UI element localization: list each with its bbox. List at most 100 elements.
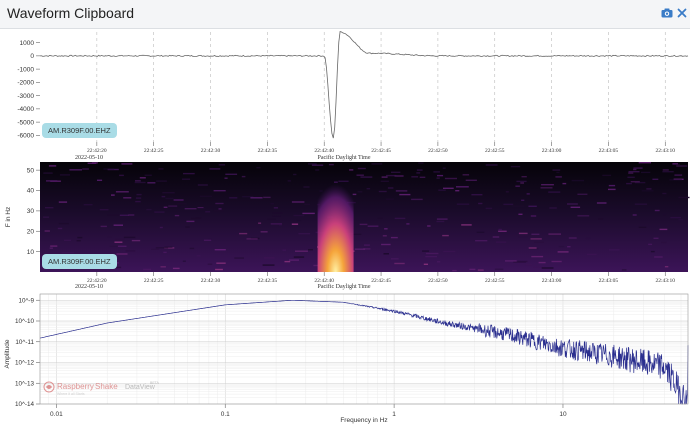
spectrogram-timezone: Pacific Daylight Time <box>318 283 371 290</box>
camera-icon[interactable] <box>660 6 674 20</box>
spectrogram-cell <box>518 236 528 238</box>
spectrogram-cell <box>659 228 668 231</box>
spectrogram-cell <box>184 208 197 210</box>
spectrogram-cell <box>315 169 320 171</box>
spectrogram-cell <box>423 263 428 265</box>
spectrogram-cell <box>185 226 190 228</box>
waveform-x-tick-label: 22:42:25 <box>144 148 164 154</box>
spectrogram-cell <box>438 189 446 191</box>
waveform-x-tick-label: 22:43:05 <box>599 148 619 154</box>
spectrogram-cell <box>521 176 527 178</box>
spectrogram-cell <box>672 163 678 165</box>
spectrogram-x-tick-label: 22:42:45 <box>371 278 391 284</box>
spectrogram-cell <box>91 162 98 164</box>
spectrogram-cell <box>293 173 297 176</box>
spectrogram-y-tick-label: 30 <box>27 208 35 215</box>
spectrogram-cell <box>498 228 502 231</box>
spectrogram-cell <box>57 227 63 230</box>
spectrogram-cell <box>197 184 208 186</box>
spectrogram-cell <box>540 187 553 189</box>
spectrogram-cell <box>377 217 383 219</box>
spectrogram-cell <box>471 194 483 196</box>
spectrogram-cell <box>498 230 507 232</box>
spectrogram-x-tick-label: 22:42:35 <box>258 278 278 284</box>
spectrogram-cell <box>196 255 201 257</box>
spectrogram-cell <box>218 208 222 210</box>
spectrogram-cell <box>103 168 115 170</box>
spectrogram-cell <box>394 262 405 265</box>
spectrogram-cell <box>638 162 651 164</box>
spectrogram-cell <box>165 197 174 200</box>
spectrogram-cell <box>43 216 50 218</box>
spectrum-y-tick-label: 10^-10 <box>15 318 35 325</box>
spectrogram-cell <box>526 193 530 195</box>
spectrogram-cell <box>213 190 226 192</box>
spectrogram-cell <box>518 213 523 215</box>
waveform-y-tick-label: -5000 <box>17 119 34 126</box>
spectrogram-cell <box>528 247 537 249</box>
spectrogram-cell <box>608 184 616 187</box>
spectrogram-cell <box>99 209 109 211</box>
spectrogram-cell <box>117 245 127 247</box>
spectrogram-cell <box>443 250 456 253</box>
spectrogram-cell <box>455 190 460 192</box>
spectrogram-cell <box>278 224 283 226</box>
close-icon[interactable] <box>675 6 689 20</box>
spectrogram-cell <box>293 256 305 258</box>
window-title: Waveform Clipboard <box>7 5 135 21</box>
spectrogram-cell <box>477 269 484 271</box>
spectrogram-cell <box>538 261 546 264</box>
waveform-chart[interactable]: 1000 0 -1000 -2000 -3000 -4000 -5000 -6000 22:4… <box>0 30 690 162</box>
spectrogram-cell <box>646 188 652 190</box>
spectrogram-cell <box>596 202 607 204</box>
spectrogram-cell <box>134 181 146 184</box>
spectrogram-cell <box>197 207 206 210</box>
spectrogram-cell <box>628 172 634 174</box>
spectrogram-cell <box>76 240 81 242</box>
spectrogram-cell <box>437 174 444 177</box>
waveform-x-tick-label: 22:42:55 <box>485 148 505 154</box>
spectrogram-cell <box>123 197 132 199</box>
spectrogram-cell <box>229 197 238 199</box>
spectrogram-cell <box>291 223 299 225</box>
spectrogram-cell <box>272 212 283 214</box>
spectrogram-cell <box>241 175 246 178</box>
spectrogram-cell <box>652 178 659 180</box>
spectrum-x-tick-label: 10 <box>559 411 567 418</box>
waveform-x-tick-label: 22:42:50 <box>428 148 448 154</box>
spectrogram-cell <box>633 168 637 171</box>
spectrogram-cell <box>349 169 354 171</box>
spectrogram-cell <box>492 236 500 238</box>
spectrogram-cell <box>144 174 152 176</box>
spectrogram-cell <box>530 215 537 217</box>
spectrogram-cell <box>505 191 509 193</box>
spectrogram-cell <box>391 258 399 260</box>
spectrogram-cell <box>303 186 310 188</box>
spectrum-x-tick-label: 0.1 <box>221 411 230 418</box>
spectrogram-cell <box>119 174 124 177</box>
spectrum-x-axis-label: Frequency in Hz <box>340 417 387 424</box>
waveform-y-ticks: 1000 0 -1000 -2000 -3000 -4000 -5000 -6000 <box>17 40 40 140</box>
spectrogram-cell <box>161 195 166 198</box>
spectrum-chart[interactable]: 10^-9 10^-10 10^-11 10^-12 10^-13 10^-14 0.01… <box>0 292 690 440</box>
spectrogram-cell <box>456 186 469 188</box>
spectrogram-cell <box>131 239 141 242</box>
spectrogram-cell <box>267 218 276 220</box>
spectrogram-cell <box>97 179 103 181</box>
spectrogram-cell <box>381 176 388 178</box>
brand-product: DataView <box>125 384 156 391</box>
spectrogram-cell <box>215 202 224 205</box>
spectrogram-cell <box>367 225 379 227</box>
spectrogram-cell <box>116 253 128 255</box>
spectrogram-cell <box>496 241 507 243</box>
spectrogram-x-tick-label: 22:43:00 <box>542 278 562 284</box>
brand-name-a: Raspberry <box>57 382 94 391</box>
spectrogram-cell <box>189 247 195 250</box>
spectrogram-cell <box>654 256 663 258</box>
spectrogram-cell <box>168 205 178 207</box>
spectrogram-cell <box>136 193 142 196</box>
spectrogram-cell <box>662 213 667 216</box>
spectrogram-chart[interactable]: 5040302010 22:42:20 22:42:25 22:42:30 22:42… <box>0 162 690 294</box>
spectrogram-cell <box>654 209 660 212</box>
spectrogram-cell <box>436 220 445 223</box>
